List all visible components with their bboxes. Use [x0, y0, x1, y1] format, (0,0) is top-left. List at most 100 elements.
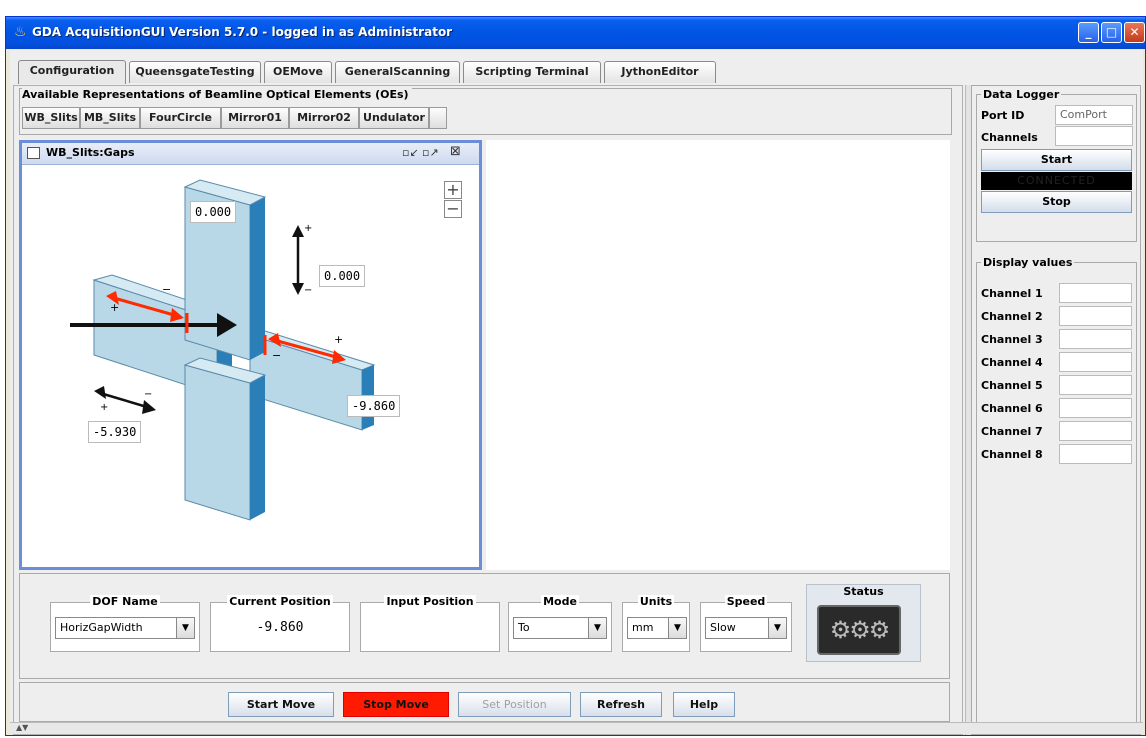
- channel-6-field: [1059, 398, 1132, 418]
- dof-name-label: DOF Name: [90, 595, 160, 608]
- action-bar: Start Move Stop Move Set Position Refres…: [19, 682, 950, 722]
- channel-6-label: Channel 6: [981, 402, 1043, 415]
- chevron-down-icon: ▼: [768, 618, 786, 638]
- port-id-field[interactable]: ComPort: [1055, 105, 1133, 125]
- client-area: Configuration QueensgateTesting OEMove G…: [10, 50, 1143, 735]
- chevron-down-icon: ▼: [668, 618, 686, 638]
- close-icon[interactable]: ⊠: [450, 144, 461, 159]
- maximize-icon[interactable]: ▫↗: [422, 146, 439, 159]
- maximize-button[interactable]: □: [1101, 22, 1122, 43]
- right-blade-value: -9.860: [347, 395, 401, 417]
- input-position-group: Input Position: [360, 595, 500, 652]
- speed-label: Speed: [724, 595, 768, 608]
- current-position-value: -9.860: [256, 620, 304, 635]
- top-blade-value: 0.000: [190, 201, 237, 223]
- channel-8-label: Channel 8: [981, 448, 1043, 461]
- units-label: Units: [637, 595, 675, 608]
- port-id-label: Port ID: [981, 109, 1025, 122]
- iconify-icon[interactable]: ▫↙: [402, 146, 419, 159]
- close-button[interactable]: ✕: [1124, 22, 1145, 43]
- channel-2-label: Channel 2: [981, 310, 1043, 323]
- dof-name-value: HorizGapWidth: [60, 621, 143, 634]
- channel-3-field: [1059, 329, 1132, 349]
- oe-button-empty[interactable]: [429, 107, 447, 129]
- svg-text:+: +: [334, 333, 343, 346]
- oe-button-mirror02[interactable]: Mirror02: [289, 107, 359, 129]
- mode-label: Mode: [541, 595, 579, 608]
- internal-frame-wb-slits: WB_Slits:Gaps ▫↙ ▫↗ ⊠ + − + − − + + − + …: [19, 140, 482, 570]
- oe-group-title: Available Representations of Beamline Op…: [22, 88, 412, 101]
- dof-name-select[interactable]: HorizGapWidth ▼: [55, 617, 195, 639]
- dof-name-group: DOF Name HorizGapWidth ▼: [50, 595, 200, 652]
- window-title: GDA AcquisitionGUI Version 5.7.0 - logge…: [32, 25, 453, 39]
- channel-1-label: Channel 1: [981, 287, 1043, 300]
- data-logger-title: Data Logger: [981, 88, 1062, 101]
- tab-scripting-terminal[interactable]: Scripting Terminal: [463, 61, 601, 83]
- move-controls: DOF Name HorizGapWidth ▼ Current Positio…: [19, 573, 950, 679]
- svg-text:−: −: [144, 389, 152, 400]
- stop-logger-button[interactable]: Stop: [981, 191, 1132, 213]
- tab-generalscanning[interactable]: GeneralScanning: [335, 61, 460, 83]
- configuration-panel: Available Representations of Beamline Op…: [13, 85, 963, 735]
- oe-button-mirror01[interactable]: Mirror01: [221, 107, 289, 129]
- oe-button-fourcircle[interactable]: FourCircle: [140, 107, 221, 129]
- vertical-gap-value: 0.000: [319, 265, 366, 287]
- start-move-button[interactable]: Start Move: [228, 692, 334, 717]
- start-logger-button[interactable]: Start: [981, 149, 1132, 171]
- internal-frame-title: WB_Slits:Gaps: [46, 146, 135, 159]
- channels-label: Channels: [981, 131, 1038, 144]
- mode-group: Mode To ▼: [508, 595, 612, 652]
- oe-button-wb-slits[interactable]: WB_Slits: [22, 107, 80, 129]
- frame-icon: [27, 147, 40, 159]
- channel-2-field: [1059, 306, 1132, 326]
- oe-group: Available Representations of Beamline Op…: [19, 88, 952, 135]
- refresh-button[interactable]: Refresh: [580, 692, 662, 717]
- channel-7-label: Channel 7: [981, 425, 1043, 438]
- channels-field[interactable]: [1055, 126, 1133, 146]
- title-bar: ♨ GDA AcquisitionGUI Version 5.7.0 - log…: [6, 17, 1145, 49]
- left-blade-value: -5.930: [88, 421, 142, 443]
- channel-7-field: [1059, 421, 1132, 441]
- stop-move-button[interactable]: Stop Move: [343, 692, 449, 717]
- svg-text:+: +: [110, 301, 119, 314]
- units-select[interactable]: mm ▼: [627, 617, 687, 639]
- slit-diagram: + − − + + − + −: [70, 179, 376, 521]
- channel-4-label: Channel 4: [981, 356, 1043, 369]
- display-values-group: Display values Channel 1 Channel 2 Chann…: [976, 256, 1137, 730]
- svg-text:−: −: [162, 283, 171, 296]
- set-position-button[interactable]: Set Position: [458, 692, 571, 717]
- oe-button-mb-slits[interactable]: MB_Slits: [80, 107, 140, 129]
- current-position-group: Current Position -9.860: [210, 595, 350, 652]
- channel-8-field: [1059, 444, 1132, 464]
- status-label: Status: [843, 585, 884, 598]
- display-values-title: Display values: [981, 256, 1075, 269]
- channel-1-field: [1059, 283, 1132, 303]
- speed-group: Speed Slow ▼: [700, 595, 792, 652]
- input-position-field[interactable]: [365, 615, 495, 647]
- tab-queensgatetesting[interactable]: QueensgateTesting: [129, 61, 261, 83]
- tab-jythoneditor[interactable]: JythonEditor: [604, 61, 716, 83]
- tab-configuration[interactable]: Configuration: [18, 60, 126, 84]
- help-button[interactable]: Help: [673, 692, 735, 717]
- svg-text:−: −: [304, 285, 312, 296]
- units-value: mm: [632, 621, 654, 634]
- speed-select[interactable]: Slow ▼: [705, 617, 787, 639]
- internal-frame-titlebar[interactable]: WB_Slits:Gaps ▫↙ ▫↗ ⊠: [22, 143, 479, 165]
- oe-button-undulator[interactable]: Undulator: [359, 107, 429, 129]
- input-position-label: Input Position: [384, 595, 476, 608]
- connection-status: CONNECTED: [981, 172, 1132, 190]
- channel-5-field: [1059, 375, 1132, 395]
- bottom-split-divider[interactable]: ▲▼: [10, 722, 1143, 734]
- gears-icon: ⚙⚙⚙: [817, 605, 901, 655]
- status-panel: Status ⚙⚙⚙: [806, 584, 921, 662]
- desktop-pane: [486, 140, 950, 570]
- mode-select[interactable]: To ▼: [513, 617, 607, 639]
- channel-5-label: Channel 5: [981, 379, 1043, 392]
- tab-oemove[interactable]: OEMove: [264, 61, 332, 83]
- chevron-down-icon: ▼: [176, 618, 194, 638]
- minimize-button[interactable]: _: [1078, 22, 1099, 43]
- mode-value: To: [518, 621, 530, 634]
- app-window: ♨ GDA AcquisitionGUI Version 5.7.0 - log…: [5, 16, 1146, 736]
- java-app-icon: ♨: [14, 24, 27, 40]
- channel-4-field: [1059, 352, 1132, 372]
